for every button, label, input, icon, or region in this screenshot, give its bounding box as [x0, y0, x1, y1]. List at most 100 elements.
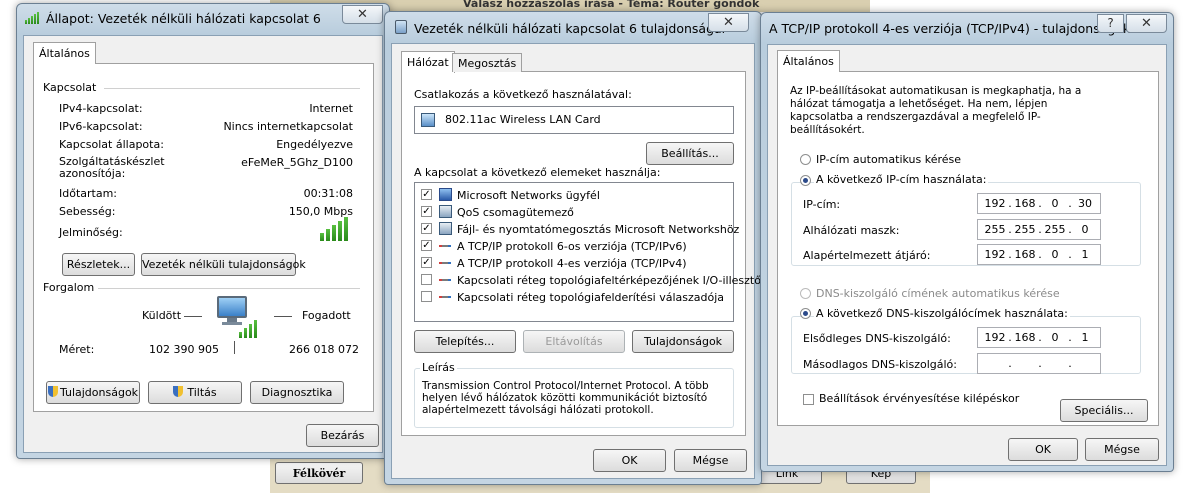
item-checkbox[interactable]: ✓: [421, 206, 432, 217]
gateway-label: Alapértelmezett átjáró:: [803, 249, 931, 262]
item-properties-button[interactable]: Tulajdonságok: [632, 330, 734, 353]
ip-octet[interactable]: 168: [1012, 331, 1038, 344]
manual-dns-label[interactable]: A következő DNS-kiszolgálócímek használa…: [814, 307, 1070, 320]
item-checkbox[interactable]: ✓: [421, 240, 432, 251]
ip-octet[interactable]: 255: [1042, 223, 1068, 236]
ipv4-value: Internet: [309, 102, 353, 115]
media-state-label: Kapcsolat állapota:: [59, 138, 164, 151]
manual-ip-label[interactable]: A következő IP-cím használata:: [814, 173, 989, 186]
auto-dns-label: DNS-kiszolgáló címének automatikus kérés…: [816, 287, 1060, 300]
received-label: Fogadott: [302, 309, 351, 322]
ip-octet[interactable]: 192: [982, 248, 1008, 261]
disable-button[interactable]: Tiltás: [148, 381, 242, 404]
ip-octet[interactable]: 0: [1042, 248, 1068, 261]
list-item[interactable]: ✓ Fájl- és nyomtatómegosztás Microsoft Ne…: [415, 221, 739, 238]
close-icon[interactable]: ✕: [342, 5, 383, 24]
diagnose-button[interactable]: Diagnosztika: [250, 381, 344, 404]
list-item[interactable]: ✓ A TCP/IP protokoll 4-es verziója (TCP/I…: [415, 255, 733, 272]
window-body: Általános Az IP-beállításokat automatiku…: [767, 44, 1167, 466]
item-checkbox[interactable]: [421, 274, 432, 285]
general-panel: Az IP-beállításokat automatikusan is meg…: [777, 71, 1159, 426]
ipv4-window: A TCP/IP protokoll 4-es verziója (TCP/IP…: [760, 12, 1174, 472]
properties-button[interactable]: Tulajdonságok: [46, 381, 140, 404]
list-item[interactable]: ✓ QoS csomagütemező: [415, 204, 733, 221]
ip-octet[interactable]: 1: [1072, 248, 1098, 261]
tab-general[interactable]: Általános: [777, 50, 840, 72]
install-button[interactable]: Telepítés...: [414, 330, 516, 353]
help-icon[interactable]: ?: [1097, 14, 1124, 33]
window-title: Vezeték nélküli hálózati kapcsolat 6 tul…: [414, 21, 726, 36]
auto-ip-radio[interactable]: [800, 154, 811, 165]
ip-octet[interactable]: 30: [1072, 197, 1098, 210]
cancel-button[interactable]: Mégse: [1085, 438, 1159, 461]
items-label: A kapcsolat a következő elemeket használ…: [414, 166, 661, 179]
manual-ip-radio[interactable]: [800, 175, 811, 186]
item-checkbox[interactable]: ✓: [421, 257, 432, 268]
ip-octet[interactable]: 168: [1012, 248, 1038, 261]
advanced-button[interactable]: Speciális...: [1060, 399, 1148, 422]
ip-octet[interactable]: 255: [982, 223, 1008, 236]
ip-field[interactable]: 192. 168. 0. 30: [977, 193, 1101, 214]
item-checkbox[interactable]: [421, 291, 432, 302]
gateway-field[interactable]: 192. 168. 0. 1: [977, 244, 1101, 265]
manual-dns-radio[interactable]: [800, 308, 811, 319]
tab-sharing[interactable]: Megosztás: [452, 53, 523, 72]
window-body: Általános Kapcsolat IPv4-kapcsolat: Inte…: [23, 35, 383, 453]
item-label: A TCP/IP protokoll 6-os verziója (TCP/IP…: [457, 240, 687, 253]
ssid-value: eFeMeR_5Ghz_D100: [241, 156, 353, 169]
configure-button[interactable]: Beállítás...: [646, 142, 734, 165]
wifi-signal-icon: [25, 12, 41, 24]
close-button[interactable]: Bezárás: [306, 424, 379, 447]
uninstall-button: Eltávolítás: [523, 330, 625, 353]
connect-using-label: Csatlakozás a következő használatával:: [414, 88, 632, 101]
tab-network[interactable]: Hálózat: [401, 51, 455, 73]
list-item[interactable]: ✓ A TCP/IP protokoll 6-os verziója (TCP/I…: [415, 238, 733, 255]
description-header: Leírás: [420, 361, 457, 374]
item-label: Kapcsolati réteg topológiafeltérképezőjé…: [457, 274, 771, 287]
validate-label[interactable]: Beállítások érvényesítése kilépéskor: [819, 392, 1019, 405]
ip-octet[interactable]: 0: [1072, 223, 1098, 236]
ip-octet[interactable]: 192: [982, 331, 1008, 344]
auto-dns-radio: [800, 288, 811, 299]
activity-header: Forgalom: [43, 281, 95, 294]
details-button[interactable]: Részletek...: [62, 253, 135, 276]
forum-title: Válasz hozzászólás írása - Téma: Router …: [463, 0, 760, 10]
ip-octet[interactable]: 168: [1012, 197, 1038, 210]
close-icon[interactable]: ✕: [708, 13, 749, 32]
adapter-name: 802.11ac Wireless LAN Card: [445, 113, 601, 126]
dns2-label: Másodlagos DNS-kiszolgáló:: [803, 358, 957, 371]
item-checkbox[interactable]: ✓: [421, 189, 432, 200]
item-checkbox[interactable]: ✓: [421, 223, 432, 234]
ip-octet[interactable]: 192: [982, 197, 1008, 210]
media-state-value: Engedélyezve: [276, 138, 353, 151]
shield-icon: [47, 386, 58, 397]
validate-checkbox[interactable]: [803, 394, 814, 405]
mask-field[interactable]: 255. 255. 255. 0: [977, 219, 1101, 240]
auto-ip-label[interactable]: IP-cím automatikus kérése: [816, 153, 961, 166]
bytes-received: 266 018 072: [289, 343, 359, 356]
connection-header: Kapcsolat: [43, 81, 97, 94]
ok-button[interactable]: OK: [593, 449, 666, 472]
item-label: Kapcsolati réteg topológiafelderítési vá…: [457, 291, 725, 304]
list-item[interactable]: ✓ Microsoft Networks ügyfél: [415, 187, 733, 204]
ip-octet[interactable]: 1: [1072, 331, 1098, 344]
bold-button[interactable]: Félkövér: [275, 462, 363, 484]
network-client-icon: [439, 188, 452, 201]
ip-octet[interactable]: 0: [1042, 197, 1068, 210]
close-icon[interactable]: ✕: [1126, 14, 1167, 33]
dns2-field[interactable]: ...: [977, 353, 1101, 374]
network-adapter-icon: [395, 20, 407, 34]
network-card-icon: [421, 113, 435, 127]
mask-label: Alhálózati maszk:: [803, 224, 900, 237]
cancel-button[interactable]: Mégse: [674, 449, 747, 472]
item-label: A TCP/IP protokoll 4-es verziója (TCP/IP…: [457, 257, 687, 270]
ip-octet[interactable]: 255: [1012, 223, 1038, 236]
list-item[interactable]: Kapcsolati réteg topológiafelderítési vá…: [415, 289, 733, 306]
ok-button[interactable]: OK: [1008, 438, 1078, 461]
dns1-field[interactable]: 192. 168. 0. 1: [977, 327, 1101, 348]
ip-octet[interactable]: 0: [1042, 331, 1068, 344]
list-item[interactable]: Kapcsolati réteg topológiafeltérképezőjé…: [415, 272, 771, 289]
tab-general[interactable]: Általános: [33, 42, 96, 64]
dns1-label: Elsődleges DNS-kiszolgáló:: [803, 332, 951, 345]
wireless-properties-button[interactable]: Vezeték nélküli tulajdonságok: [141, 253, 306, 276]
